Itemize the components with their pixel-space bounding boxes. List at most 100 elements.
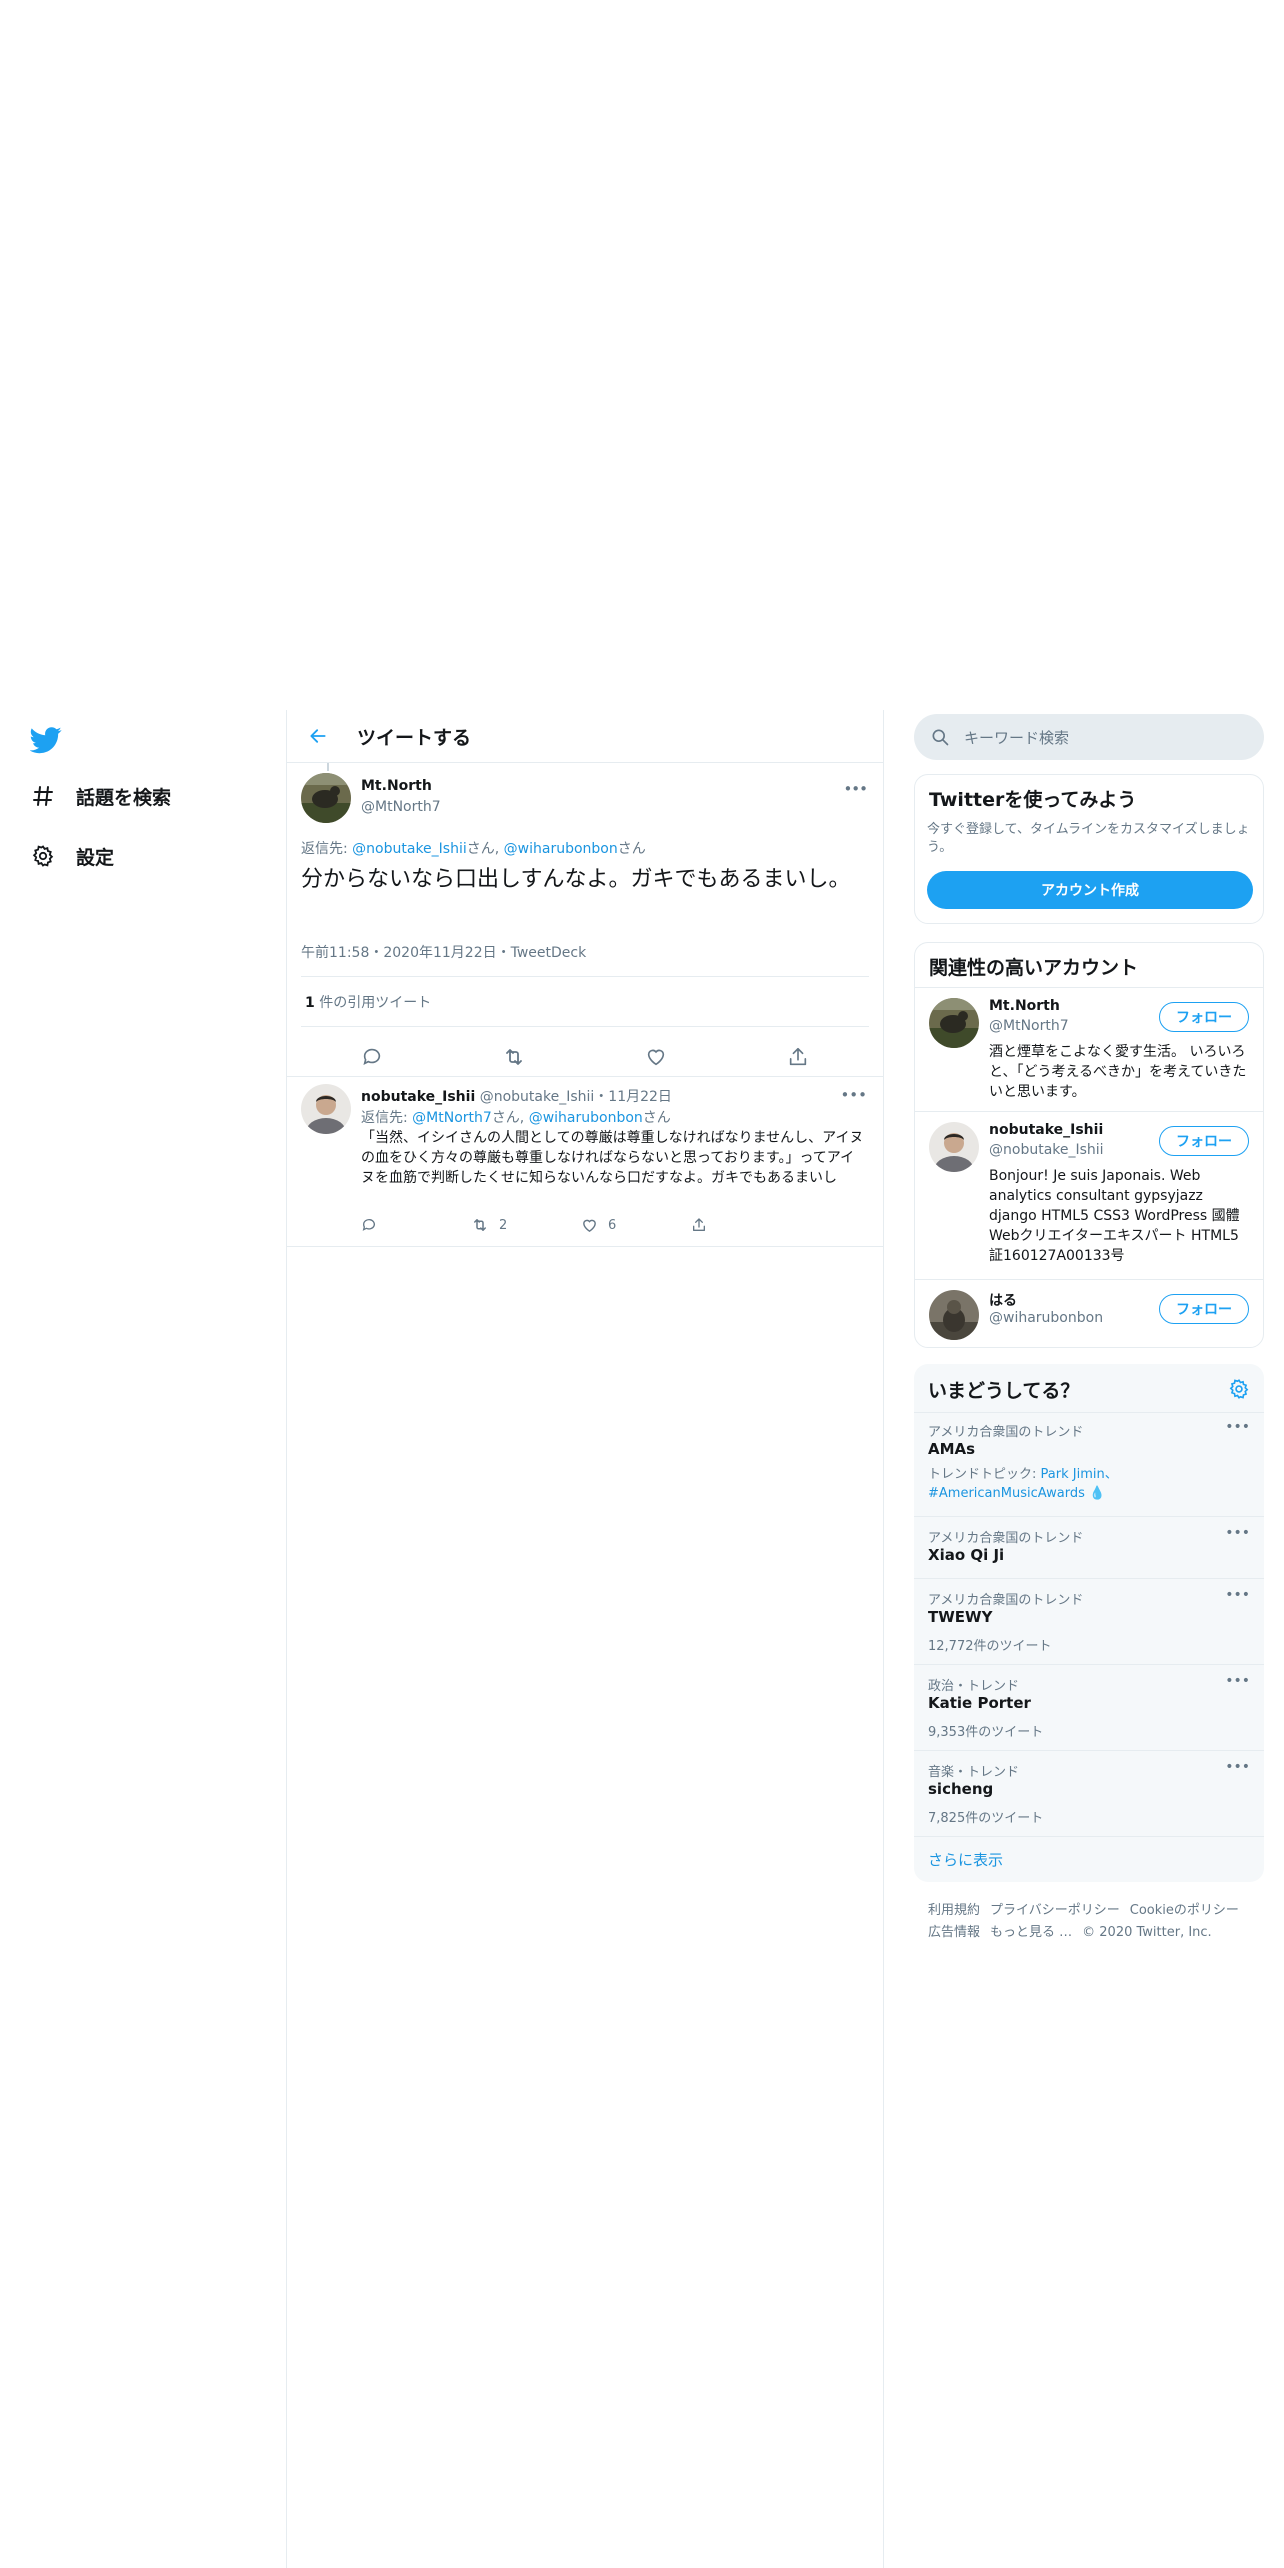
footer-more-link[interactable]: もっと見る … <box>990 1925 1072 1940</box>
reply-to-user-link[interactable]: @nobutake_Ishii <box>352 841 467 857</box>
related-account[interactable]: はる @wiharubonbon フォロー <box>915 1279 1263 1347</box>
twitter-logo-icon[interactable] <box>29 724 62 756</box>
more-options-icon[interactable]: ••• <box>1225 1673 1250 1689</box>
reply-to-suffix: さん <box>642 1110 671 1126</box>
main-column: ツイートする Mt.North @MtNorth7 ••• 返信先: @nobu… <box>286 710 884 2568</box>
like-button[interactable]: 6 <box>581 1217 691 1234</box>
trend-context: アメリカ合衆国のトレンド <box>928 1425 1084 1440</box>
trend-item[interactable]: 音楽・トレンド ••• sicheng 7,825件のツイート <box>914 1750 1264 1836</box>
divider <box>287 1246 883 1247</box>
follow-button[interactable]: フォロー <box>1159 1126 1249 1156</box>
show-more-row[interactable]: さらに表示 <box>914 1836 1264 1882</box>
trend-count: 7,825件のツイート <box>928 1811 1044 1826</box>
search-placeholder: キーワード検索 <box>964 728 1070 747</box>
trend-name: Xiao Qi Ji <box>928 1546 1005 1564</box>
search-input[interactable]: キーワード検索 <box>914 714 1264 760</box>
follow-button[interactable]: フォロー <box>1159 1002 1249 1032</box>
more-options-icon[interactable]: ••• <box>843 780 868 798</box>
account-name[interactable]: はる <box>989 1290 1017 1310</box>
tweet-author-handle[interactable]: @MtNorth7 <box>361 799 441 815</box>
signup-description: 今すぐ登録して、タイムラインをカスタマイズしましょう。 <box>927 822 1250 855</box>
trend-name: sicheng <box>928 1780 994 1798</box>
trend-count: 9,353件のツイート <box>928 1725 1044 1740</box>
account-handle[interactable]: @wiharubonbon <box>989 1310 1103 1326</box>
footer-cookie-link[interactable]: Cookieのポリシー <box>1130 1903 1239 1918</box>
tweet-meta: 午前11:58・2020年11月22日・TweetDeck <box>301 942 586 962</box>
gear-icon[interactable] <box>1228 1378 1250 1400</box>
footer-ads-link[interactable]: 広告情報 <box>928 1925 980 1940</box>
trend-name: Katie Porter <box>928 1694 1031 1712</box>
thread-connector <box>327 763 329 771</box>
tweet-date[interactable]: 2020年11月22日 <box>383 945 496 961</box>
nav-settings[interactable]: 設定 <box>30 836 114 876</box>
footer-terms-link[interactable]: 利用規約 <box>928 1903 980 1918</box>
trend-item[interactable]: 政治・トレンド ••• Katie Porter 9,353件のツイート <box>914 1664 1264 1750</box>
reply-to-user-link[interactable]: @wiharubonbon <box>504 841 618 857</box>
trend-item[interactable]: アメリカ合衆国のトレンド ••• Xiao Qi Ji <box>914 1516 1264 1578</box>
related-account[interactable]: Mt.North @MtNorth7 フォロー 酒と煙草をこよなく愛す生活。 い… <box>915 987 1263 1111</box>
tweet-author-avatar[interactable] <box>301 773 351 823</box>
share-button[interactable] <box>691 1217 801 1233</box>
hashtag-icon <box>30 783 56 809</box>
more-options-icon[interactable]: ••• <box>1225 1759 1250 1775</box>
trend-item[interactable]: アメリカ合衆国のトレンド ••• AMAs トレンドトピック: Park Jim… <box>914 1412 1264 1516</box>
account-handle[interactable]: @MtNorth7 <box>989 1018 1069 1034</box>
show-more-link[interactable]: さらに表示 <box>928 1849 1003 1870</box>
reply-to-prefix: 返信先: <box>301 841 353 857</box>
account-name[interactable]: nobutake_Ishii <box>989 1122 1103 1138</box>
tweet-author-name[interactable]: Mt.North <box>361 778 432 794</box>
reply-button[interactable] <box>361 1217 471 1233</box>
more-options-icon[interactable]: ••• <box>1225 1587 1250 1603</box>
trend-context: 音楽・トレンド <box>928 1765 1020 1780</box>
reply-to-line: 返信先: @nobutake_Ishiiさん, @wiharubonbonさん <box>301 838 646 858</box>
reply-author-handle[interactable]: @nobutake_Ishii <box>480 1089 595 1105</box>
more-options-icon[interactable]: ••• <box>840 1086 867 1104</box>
reply-to-user-link[interactable]: @wiharubonbon <box>529 1110 643 1126</box>
nav-explore[interactable]: 話題を検索 <box>30 776 171 816</box>
trend-topic-prefix: トレンドトピック: <box>928 1467 1041 1482</box>
reply-to-user-link[interactable]: @MtNorth7 <box>412 1110 492 1126</box>
signup-title: Twitterを使ってみよう <box>929 789 1137 811</box>
retweet-button[interactable]: 2 <box>471 1216 581 1234</box>
tweet-actions <box>301 1032 869 1082</box>
tweet-client: TweetDeck <box>510 945 587 961</box>
reply-to-suffix: さん, <box>466 841 504 857</box>
trend-count: 12,772件のツイート <box>928 1639 1052 1654</box>
more-options-icon[interactable]: ••• <box>1225 1525 1250 1541</box>
avatar[interactable] <box>929 1290 979 1340</box>
reply-author-name[interactable]: nobutake_Ishii <box>361 1089 475 1105</box>
footer: 利用規約 プライバシーポリシー Cookieのポリシー 広告情報 もっと見る … © 2… <box>928 1900 1258 1944</box>
retweet-icon <box>474 1219 486 1231</box>
reply-author-avatar[interactable] <box>301 1084 351 1134</box>
avatar[interactable] <box>929 1122 979 1172</box>
gear-icon <box>30 843 56 869</box>
tweet-time[interactable]: 午前11:58 <box>301 945 369 961</box>
reply-icon[interactable] <box>360 1045 384 1069</box>
reply-header: nobutake_Ishii @nobutake_Ishii・11月22日 <box>361 1086 672 1106</box>
meta-separator: ・ <box>496 945 511 961</box>
more-options-icon[interactable]: ••• <box>1225 1419 1250 1435</box>
trends-title: いまどうしてる？ <box>928 1380 1080 1402</box>
trend-name: AMAs <box>928 1440 976 1458</box>
trend-topics: トレンドトピック: Park Jimin、#AmericanMusicAward… <box>928 1465 1158 1503</box>
divider <box>287 1076 883 1077</box>
quote-count: 1 <box>305 995 315 1011</box>
page-title: ツイートする <box>357 726 472 749</box>
quote-tweets-link[interactable]: 1 件の引用ツイート <box>305 992 431 1012</box>
reply-text: 「当然、イシイさんの人間としての尊厳は尊重しなければなりませんし、アイヌの血をひ… <box>361 1130 864 1186</box>
account-name[interactable]: Mt.North <box>989 998 1060 1014</box>
trend-item[interactable]: アメリカ合衆国のトレンド ••• TWEWY 12,772件のツイート <box>914 1578 1264 1664</box>
create-account-button[interactable]: アカウント作成 <box>927 871 1253 909</box>
like-icon[interactable] <box>644 1045 668 1069</box>
trends-card: いまどうしてる？ アメリカ合衆国のトレンド ••• AMAs トレンドトピック:… <box>914 1364 1264 1882</box>
footer-privacy-link[interactable]: プライバシーポリシー <box>990 1903 1120 1918</box>
fire-emoji-icon: 💧 <box>1084 1486 1106 1501</box>
follow-button[interactable]: フォロー <box>1159 1294 1249 1324</box>
share-icon[interactable] <box>786 1045 810 1069</box>
avatar[interactable] <box>929 998 979 1048</box>
reply-date[interactable]: 11月22日 <box>608 1089 672 1105</box>
account-handle[interactable]: @nobutake_Ishii <box>989 1142 1104 1158</box>
related-account[interactable]: nobutake_Ishii @nobutake_Ishii フォロー Bonj… <box>915 1111 1263 1279</box>
retweet-icon[interactable] <box>502 1045 526 1069</box>
back-arrow-icon[interactable] <box>303 721 333 751</box>
